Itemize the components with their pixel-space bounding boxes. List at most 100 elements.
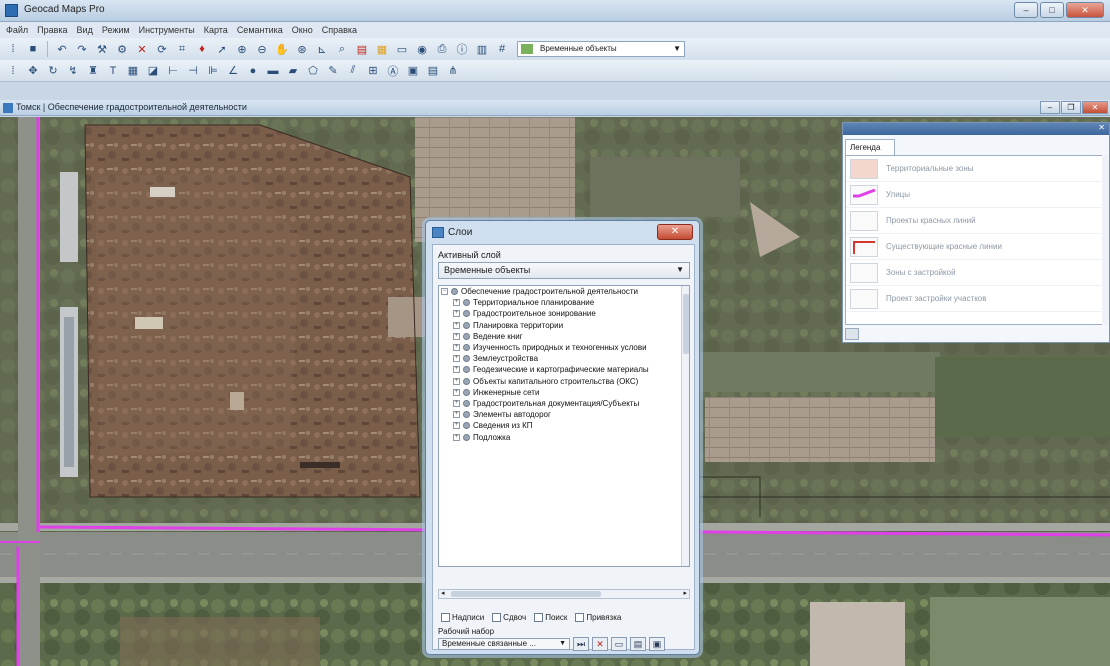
checkbox-box[interactable] <box>441 613 450 622</box>
dimension-extra-icon[interactable]: ⊫ <box>204 62 222 80</box>
tab-legend[interactable]: Легенда <box>845 139 895 155</box>
expand-icon[interactable]: + <box>453 411 460 419</box>
dimension-angle-icon[interactable]: ∠ <box>224 62 242 80</box>
tree-root[interactable]: − Обеспечение градостроительной деятельн… <box>439 286 689 297</box>
polyline-icon[interactable]: ▰ <box>284 62 302 80</box>
pan-icon[interactable]: ✋ <box>273 40 291 58</box>
doc-minimize-button[interactable]: – <box>1040 101 1060 114</box>
shift-checkbox[interactable]: Сдвоч <box>492 613 526 622</box>
layer-visibility-icon[interactable] <box>463 321 470 329</box>
labels-checkbox[interactable]: Надписи <box>441 613 484 622</box>
center-icon[interactable]: ⊛ <box>293 40 311 58</box>
expand-icon[interactable]: + <box>453 332 460 340</box>
tree-item[interactable]: + Инженерные сети <box>439 387 689 398</box>
layer-visibility-icon[interactable] <box>463 310 470 318</box>
checkbox-box[interactable] <box>534 613 544 622</box>
legend-item[interactable]: Территориальные зоны <box>846 156 1102 182</box>
zoom-in-icon[interactable]: ⊕ <box>233 40 251 58</box>
document-icon[interactable]: ▥ <box>473 40 491 58</box>
expand-icon[interactable]: + <box>453 399 460 407</box>
checkbox-box[interactable] <box>492 613 502 622</box>
snap-checkbox[interactable]: Привязка <box>575 613 621 622</box>
expand-icon[interactable]: + <box>453 388 460 396</box>
menu-semantics[interactable]: Семантика <box>237 25 283 35</box>
save-icon[interactable]: ■ <box>24 40 42 58</box>
work-set-combo[interactable]: Временные связанные ... ▼ <box>438 638 570 650</box>
layer-visibility-icon[interactable] <box>463 377 470 385</box>
tree-item[interactable]: + Подложка <box>439 431 689 442</box>
layer-visibility-icon[interactable] <box>463 388 470 396</box>
tree-item[interactable]: + Территориальное планирование <box>439 297 689 308</box>
tree-item[interactable]: + Сведения из КП <box>439 420 689 431</box>
poly-icon[interactable]: ⬠ <box>304 62 322 80</box>
redo-icon[interactable]: ↷ <box>73 40 91 58</box>
expand-icon[interactable]: + <box>453 344 460 352</box>
checkbox-box[interactable] <box>575 613 585 622</box>
merge-icon[interactable]: ⊞ <box>364 62 382 80</box>
legend-icon[interactable]: ▦ <box>373 40 391 58</box>
menu-edit[interactable]: Правка <box>37 25 67 35</box>
select-all-icon[interactable]: ▣ <box>404 62 422 80</box>
layer-visibility-icon[interactable] <box>463 422 470 430</box>
legend-titlebar[interactable]: ✕ <box>843 123 1109 135</box>
expand-icon[interactable]: + <box>453 299 460 307</box>
layers-dialog-close-button[interactable]: ✕ <box>657 224 693 240</box>
info-icon[interactable]: ⓘ <box>453 40 471 58</box>
expand-icon[interactable]: + <box>453 377 460 385</box>
legend-options-icon[interactable] <box>845 328 859 340</box>
layer-visibility-icon[interactable] <box>451 288 458 296</box>
legend-item[interactable]: Проект застройки участков <box>846 286 1102 312</box>
find-icon[interactable]: ⌕ <box>333 40 351 58</box>
collapse-icon[interactable]: − <box>441 288 448 296</box>
window-icon[interactable]: ▭ <box>393 40 411 58</box>
menu-mode[interactable]: Режим <box>102 25 130 35</box>
close-button[interactable]: ✕ <box>1066 2 1104 18</box>
ruler-icon[interactable]: ⊾ <box>313 40 331 58</box>
tree-item[interactable]: + Градостроительная документация/Субъект… <box>439 398 689 409</box>
hash-icon[interactable]: # <box>493 40 511 58</box>
menu-window[interactable]: Окно <box>292 25 313 35</box>
menu-help[interactable]: Справка <box>322 25 357 35</box>
grid-icon[interactable]: ⌗ <box>173 40 191 58</box>
menu-file[interactable]: Файл <box>6 25 28 35</box>
tree-item[interactable]: + Градостроительное зонирование <box>439 308 689 319</box>
print-icon[interactable]: ⎙ <box>433 40 451 58</box>
scroll-left-icon[interactable]: ◂ <box>441 589 445 597</box>
layers-dialog-titlebar[interactable]: Слои ✕ <box>426 221 699 243</box>
search-checkbox[interactable]: Поиск <box>534 613 567 622</box>
legend-item[interactable]: Улицы <box>846 182 1102 208</box>
delete-icon[interactable]: ✕ <box>133 40 151 58</box>
database-icon[interactable]: ▤ <box>630 637 646 651</box>
expand-icon[interactable]: + <box>453 366 460 374</box>
layer-visibility-icon[interactable] <box>463 366 470 374</box>
edit-shape-icon[interactable]: ✎ <box>324 62 342 80</box>
scrollbar-thumb[interactable] <box>451 591 601 597</box>
tree-item[interactable]: + Ведение книг <box>439 331 689 342</box>
save-icon[interactable]: ▣ <box>649 637 665 651</box>
settings-icon[interactable]: ⚙ <box>113 40 131 58</box>
line-icon[interactable]: ▬ <box>264 62 282 80</box>
expand-icon[interactable]: + <box>453 422 460 430</box>
tree-item[interactable]: + Геодезические и картографические матер… <box>439 364 689 375</box>
legend-item[interactable]: Зоны с застройкой <box>846 260 1102 286</box>
refresh-icon[interactable]: ⟳ <box>153 40 171 58</box>
doc-restore-button[interactable]: ❐ <box>1061 101 1081 114</box>
scroll-right-icon[interactable]: ▸ <box>683 589 687 597</box>
text-icon[interactable]: T <box>104 62 122 80</box>
tree-item[interactable]: + Объекты капитального строительства (ОК… <box>439 376 689 387</box>
dimension-chain-icon[interactable]: ⊣ <box>184 62 202 80</box>
hatch-icon[interactable]: ▦ <box>124 62 142 80</box>
zoom-out-icon[interactable]: ⊖ <box>253 40 271 58</box>
pin-icon[interactable]: ♦ <box>193 40 211 58</box>
rotate-icon[interactable]: ↻ <box>44 62 62 80</box>
pointer-icon[interactable]: ➚ <box>213 40 231 58</box>
layer-visibility-icon[interactable] <box>463 344 470 352</box>
expand-icon[interactable]: + <box>453 310 460 318</box>
layer-visibility-icon[interactable] <box>463 355 470 363</box>
undo-icon[interactable]: ↶ <box>53 40 71 58</box>
remove-icon[interactable]: ✕ <box>592 637 608 651</box>
globe-icon[interactable]: ◉ <box>413 40 431 58</box>
legend-item[interactable]: Существующие красные линии <box>846 234 1102 260</box>
layer-visibility-icon[interactable] <box>463 411 470 419</box>
expand-icon[interactable]: + <box>453 355 460 363</box>
